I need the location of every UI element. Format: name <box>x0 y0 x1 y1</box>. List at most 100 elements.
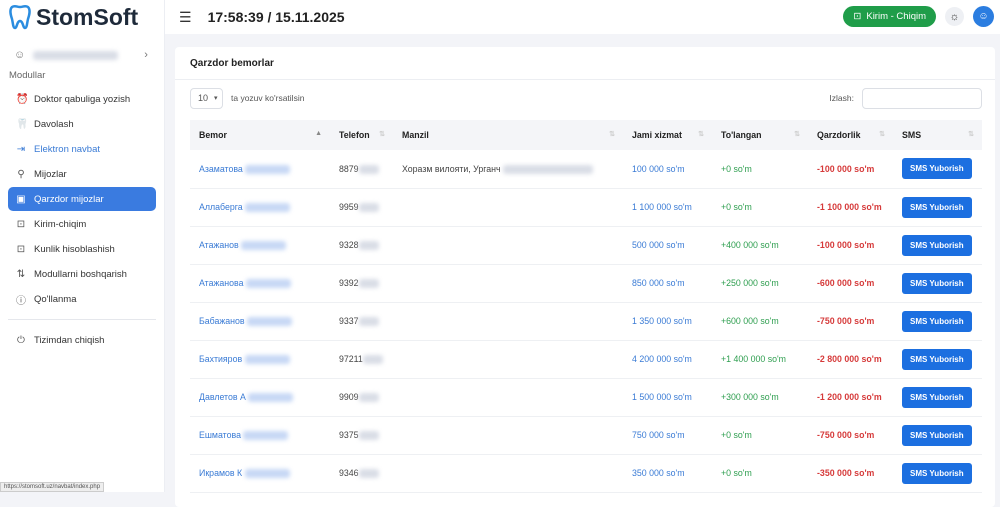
chevron-right-icon: › <box>144 49 148 61</box>
sidebar-item-elektron-navbat[interactable]: ⇥ Elektron navbat <box>8 137 156 161</box>
kirim-label: Kirim - Chiqim <box>866 11 926 22</box>
datetime: 17:58:39 / 15.11.2025 <box>207 9 345 25</box>
user-name-blurred <box>33 50 119 60</box>
patient-name-link[interactable]: Атажанова <box>199 277 291 289</box>
table-row: Азаматова 8879 Хоразм вилояти, Урганч 10… <box>190 150 982 189</box>
patient-name-link[interactable]: Азаматова <box>199 163 291 174</box>
send-sms-button[interactable]: SMS Yuborish <box>902 196 972 218</box>
address-blurred <box>503 164 594 174</box>
nav-icon: ⊡ <box>16 218 26 230</box>
search-label: Izlash: <box>829 93 854 103</box>
logo[interactable]: StomSoft <box>0 0 164 34</box>
table-row: Давлетов А 9909 1 500 000 so'm +300 000 … <box>190 378 982 417</box>
table-row: Атажанова 9392 850 000 so'm +250 000 so'… <box>190 264 982 303</box>
debt: -350 000 so'm <box>808 454 893 493</box>
sidebar-item-kunlik-hisoblashish[interactable]: ⊡ Kunlik hisoblashish <box>8 237 156 261</box>
name-blurred <box>245 164 291 174</box>
section-label: Modullar <box>9 70 46 81</box>
phone-blurred <box>358 469 379 479</box>
table-row: Атажанов 9328 500 000 so'm +400 000 so'm… <box>190 226 982 265</box>
nav-icon: 🦷 <box>16 118 29 130</box>
page-size-value: 10 <box>198 93 209 103</box>
send-sms-button[interactable]: SMS Yuborish <box>902 234 972 256</box>
kirim-chiqim-button[interactable]: ⊡ Kirim - Chiqim <box>843 6 936 27</box>
card-title: Qarzdor bemorlar <box>175 47 995 80</box>
nav-label: Kunlik hisoblashish <box>34 243 115 255</box>
send-sms-button[interactable]: SMS Yuborish <box>902 272 972 294</box>
phone: 9375 <box>339 429 359 440</box>
sidebar-item-kirim-chiqim[interactable]: ⊡ Kirim-chiqim <box>8 212 156 236</box>
patient-name: Атажанова <box>199 277 244 288</box>
avatar[interactable]: ☺ <box>973 6 994 27</box>
logout-button[interactable]: ⏻ Tizimdan chiqish <box>8 328 156 352</box>
name-blurred <box>244 469 290 479</box>
column-header[interactable]: Telefon ⇅ <box>330 120 393 150</box>
menu-icon[interactable]: ☰ <box>179 9 192 26</box>
sidebar-item-qarzdor-mijozlar[interactable]: ▣ Qarzdor mijozlar <box>8 187 156 211</box>
patient-name-link[interactable]: Бабажанов <box>199 316 293 327</box>
name-blurred <box>245 279 291 289</box>
phone-blurred <box>358 317 379 327</box>
patient-name-link[interactable]: Бахтияров <box>199 354 290 365</box>
phone: 9392 <box>339 277 359 288</box>
debt: -1 100 000 so'm <box>808 188 893 227</box>
debt: -2 800 000 so'm <box>808 340 893 379</box>
column-header[interactable]: Jami xizmat ⇅ <box>623 120 712 150</box>
phone: 9328 <box>339 239 359 250</box>
patient-name: Ешматова <box>199 429 241 440</box>
sort-icon: ⇅ <box>794 131 800 138</box>
patient-name-link[interactable]: Давлетов А <box>199 392 294 403</box>
patient-name-link[interactable]: Ешматова <box>199 429 289 441</box>
send-sms-button[interactable]: SMS Yuborish <box>902 158 972 180</box>
phone: 9346 <box>339 467 359 478</box>
send-sms-button[interactable]: SMS Yuborish <box>902 348 972 370</box>
debt: -1 200 000 so'm <box>808 378 893 417</box>
column-header[interactable]: Manzil ⇅ <box>393 120 623 150</box>
table-row: Аллаберга 9959 1 100 000 so'm +0 so'm -1… <box>190 188 982 227</box>
sidebar-item-qo-llanma[interactable]: ⓘ Qo'llanma <box>8 287 156 311</box>
user-profile[interactable]: ☺ › <box>14 46 164 64</box>
sidebar-item-doktor-qabuliga-yozish[interactable]: ⏰ Doktor qabuliga yozish <box>8 87 156 111</box>
debtors-card: Qarzdor bemorlar 10 ▾ ta yozuv ko'rsatils… <box>175 47 995 507</box>
sidebar-item-davolash[interactable]: 🦷 Davolash <box>8 112 156 136</box>
name-blurred <box>241 241 287 251</box>
column-header[interactable]: SMS ⇅ <box>893 120 982 150</box>
sidebar-item-mijozlar[interactable]: ⚲ Mijozlar <box>8 162 156 186</box>
phone-blurred <box>358 203 379 213</box>
patient-name: Атажанов <box>199 239 239 250</box>
sidebar: StomSoft ☺ › Modullar ⏰ Doktor qabuliga y… <box>0 0 165 492</box>
column-header[interactable]: To'langan ⇅ <box>712 120 808 150</box>
name-blurred <box>244 355 290 365</box>
patient-name-link[interactable]: Икрамов К <box>199 467 290 479</box>
paid: +250 000 so'm <box>712 264 808 303</box>
column-header[interactable]: Bemor ▲ <box>190 120 330 150</box>
tooth-logo-icon <box>9 4 31 30</box>
patient-name-link[interactable]: Атажанов <box>199 239 287 251</box>
theme-toggle-sun-icon[interactable]: ☼ <box>945 7 964 26</box>
send-sms-button[interactable]: SMS Yuborish <box>902 424 972 446</box>
nav-icon: ▣ <box>16 193 26 205</box>
patient-name-link[interactable]: Аллаберга <box>199 202 291 213</box>
sidebar-item-modullarni-boshqarish[interactable]: ⇅ Modullarni boshqarish <box>8 262 156 286</box>
debt: -600 000 so'm <box>808 264 893 303</box>
column-header[interactable]: Qarzdorlik ⇅ <box>808 120 893 150</box>
send-sms-button[interactable]: SMS Yuborish <box>902 310 972 332</box>
send-sms-button[interactable]: SMS Yuborish <box>902 386 972 408</box>
sort-icon: ▲ <box>315 130 322 137</box>
page-size-select[interactable]: 10 ▾ <box>190 87 223 109</box>
patient-name: Икрамов К <box>199 467 243 478</box>
paid: +400 000 so'm <box>712 226 808 265</box>
total-service: 750 000 so'm <box>623 416 712 455</box>
patient-name: Азаматова <box>199 163 243 174</box>
total-service: 1 100 000 so'm <box>623 188 712 227</box>
topbar: ☰ 17:58:39 / 15.11.2025 ⊡ Kirim - Chiqim … <box>165 0 1000 34</box>
nav-icon: ⊡ <box>16 243 26 255</box>
header-label: Jami xizmat <box>632 130 682 140</box>
power-icon: ⏻ <box>17 334 25 346</box>
paid: +600 000 so'm <box>712 302 808 341</box>
send-sms-button[interactable]: SMS Yuborish <box>902 462 972 484</box>
search-input[interactable] <box>862 87 982 109</box>
phone-blurred <box>358 279 379 289</box>
header-label: Telefon <box>339 130 370 140</box>
table-row: Ешматова 9375 750 000 so'm +0 so'm -750 … <box>190 416 982 455</box>
